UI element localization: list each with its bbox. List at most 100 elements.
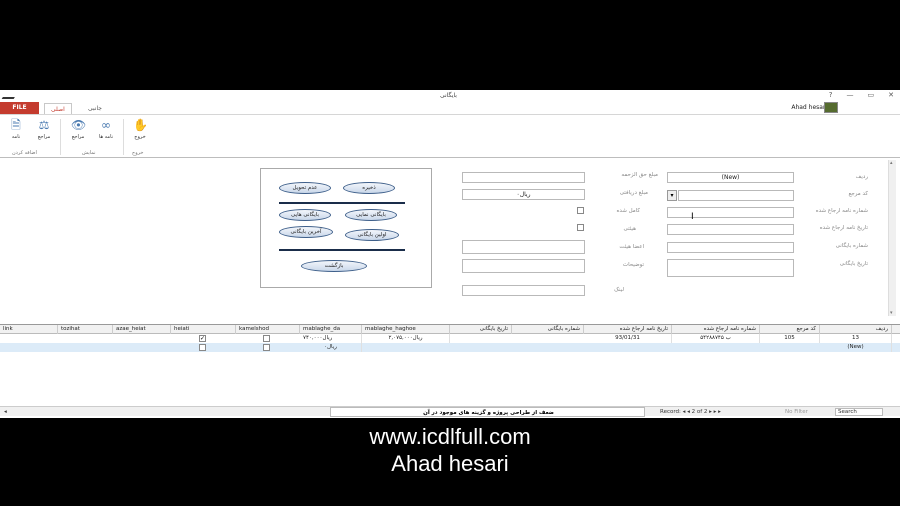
heiati-checkbox[interactable]: [199, 344, 206, 351]
cell-letter-date[interactable]: 93/01/31: [584, 334, 672, 343]
col-header-link[interactable]: link: [0, 325, 58, 334]
amount-label: مبلغ حق الزحمه: [621, 172, 658, 178]
letter-no-field[interactable]: [667, 207, 794, 218]
exit-button[interactable]: ✋ خروج: [128, 118, 152, 140]
window-title: بایگانی: [440, 92, 457, 99]
cell-radif[interactable]: (New): [820, 343, 892, 352]
col-header-radif[interactable]: ردیف: [820, 325, 892, 334]
table-row[interactable]: ✓ ریال۷۴۰,۰۰۰ ریال۲,۰۷۵,۰۰۰ 93/01/31 ۵۴۲…: [0, 334, 900, 343]
search-input[interactable]: Search: [835, 408, 883, 416]
received-field[interactable]: ریال۰: [462, 189, 585, 200]
title-bar: بایگانی ? — ▭ ✕: [0, 90, 900, 102]
archive-no-label: شماره بایگانی: [835, 243, 868, 249]
code-label: کد مرجع: [848, 191, 868, 197]
divider: [279, 249, 405, 251]
notes-label: توضیحات: [622, 262, 644, 268]
letter-button-label: نامه: [11, 134, 21, 140]
tab-file[interactable]: FILE: [0, 102, 39, 114]
cell-radif[interactable]: 13: [820, 334, 892, 343]
hand-icon: ✋: [133, 118, 148, 132]
table-row-new[interactable]: ریال۰ (New): [0, 343, 900, 352]
code-field[interactable]: [678, 190, 794, 201]
radif-field[interactable]: (New): [667, 172, 794, 183]
col-header-heiati[interactable]: heiati: [171, 325, 236, 334]
first-archive-button[interactable]: اولین بایگانی: [345, 229, 399, 241]
status-message: ضعف از طراحی پروژه و گزینه های موجود در …: [330, 407, 645, 417]
navigation-panel: عدم تحویل ذخیره بایگانی هایی بایگانی نما…: [260, 168, 432, 288]
archive-no-field[interactable]: [667, 242, 794, 253]
cell-code[interactable]: 105: [760, 334, 820, 343]
letter-button[interactable]: 🗎 نامه: [4, 118, 28, 140]
text-cursor-icon: I: [691, 212, 694, 222]
scales-icon: ⚖: [38, 118, 50, 132]
divider: [279, 202, 405, 204]
ribbon-separator: [60, 119, 61, 155]
archive-edit-button[interactable]: بایگانی هایی: [279, 209, 331, 221]
letter-no-label: شماره نامه ارجاع شده: [815, 208, 868, 214]
link-field[interactable]: [462, 285, 585, 296]
heiati-checkbox[interactable]: ✓: [199, 335, 206, 342]
col-header-azae-heiat[interactable]: azae_heiat: [113, 325, 171, 334]
tab-other[interactable]: جانبی: [82, 103, 108, 114]
col-header-tozihat[interactable]: tozihat: [58, 325, 113, 334]
record-navigator[interactable]: Record: ◂ ◂ 2 of 2 ▸ ▸ ▸: [660, 407, 721, 417]
code-dropdown[interactable]: ▾: [667, 190, 677, 201]
datasheet-grid: link tozihat azae_heiat heiati kamelshod…: [0, 324, 900, 404]
cell-letter-no[interactable]: ۵۴۲۸۸۷۴۵ ب: [672, 334, 760, 343]
col-header-mablaghe-haghoe[interactable]: mablaghe_haghoe: [362, 325, 450, 334]
board-label: هیئتی: [623, 226, 636, 232]
defect-button[interactable]: عدم تحویل: [279, 182, 331, 194]
cell-mablaghe-da[interactable]: ریال۰: [300, 343, 362, 352]
board-checkbox[interactable]: [577, 224, 584, 231]
restore-button[interactable]: ▭: [868, 91, 875, 99]
scroll-left-icon[interactable]: ◂: [4, 407, 7, 417]
group-add-label: اضافه کردن: [12, 150, 37, 156]
access-app-icon: [1, 91, 19, 99]
show-letters-button[interactable]: ∞ نامه ها: [94, 118, 118, 140]
col-header-mablaghe-da[interactable]: mablaghe_da: [300, 325, 362, 334]
scroll-down-icon[interactable]: ▾: [890, 310, 893, 316]
col-header-letter-no[interactable]: شماره نامه ارجاع شده: [672, 325, 760, 334]
latest-archive-button[interactable]: آخرین بایگانی: [279, 226, 333, 238]
scroll-up-icon[interactable]: ▴: [890, 160, 893, 166]
reference-button-label: مراجع: [37, 134, 51, 140]
glasses-icon: ∞: [101, 118, 111, 132]
help-button[interactable]: ?: [829, 91, 833, 99]
archive-show-button[interactable]: بایگانی نمایی: [345, 209, 397, 221]
members-field[interactable]: [462, 240, 585, 254]
col-header-code[interactable]: کد مرجع: [760, 325, 820, 334]
tab-home[interactable]: اصلی: [44, 103, 72, 114]
col-header-archive-no[interactable]: شماره بایگانی: [512, 325, 584, 334]
complete-checkbox[interactable]: [577, 207, 584, 214]
exit-button-label: خروج: [134, 134, 146, 140]
kamelshod-checkbox[interactable]: [263, 335, 270, 342]
filter-indicator[interactable]: No Filter: [785, 407, 808, 417]
show-reference-button[interactable]: 👁 مراجع: [66, 118, 90, 140]
ribbon: 🗎 نامه ⚖ مراجع اضافه کردن 👁 مراجع ∞ نامه…: [0, 114, 900, 158]
cell-mablaghe-haghoe[interactable]: ریال۲,۰۷۵,۰۰۰: [362, 334, 450, 343]
minimize-button[interactable]: —: [847, 91, 854, 99]
col-header-letter-date[interactable]: تاریخ نامه ارجاع شده: [584, 325, 672, 334]
link-label: لینک: [614, 287, 624, 293]
ribbon-tabs: FILE اصلی جانبی Ahad hesari ▾: [0, 102, 900, 114]
group-show-label: نمایش: [82, 150, 96, 156]
amount-field[interactable]: [462, 172, 585, 183]
col-header-kamelshod[interactable]: kamelshod: [236, 325, 300, 334]
archive-date-field[interactable]: [667, 259, 794, 277]
group-exit-label: خروج: [132, 150, 144, 156]
notes-field[interactable]: [462, 259, 585, 273]
archive-form: عدم تحویل ذخیره بایگانی هایی بایگانی نما…: [0, 160, 885, 320]
col-header-archive-date[interactable]: تاریخ بایگانی: [450, 325, 512, 334]
back-button[interactable]: بازگشت: [301, 260, 367, 272]
letter-date-field[interactable]: [667, 224, 794, 235]
watermark-author: Ahad hesari: [391, 451, 509, 476]
show-reference-label: مراجع: [71, 134, 85, 140]
cell-mablaghe-da[interactable]: ریال۷۴۰,۰۰۰: [300, 334, 362, 343]
close-button[interactable]: ✕: [888, 91, 894, 99]
reference-button[interactable]: ⚖ مراجع: [32, 118, 56, 140]
form-scrollbar[interactable]: ▴ ▾: [888, 160, 896, 316]
save-button[interactable]: ذخیره: [343, 182, 395, 194]
ribbon-separator: [123, 119, 124, 155]
kamelshod-checkbox[interactable]: [263, 344, 270, 351]
avatar: [824, 102, 838, 113]
